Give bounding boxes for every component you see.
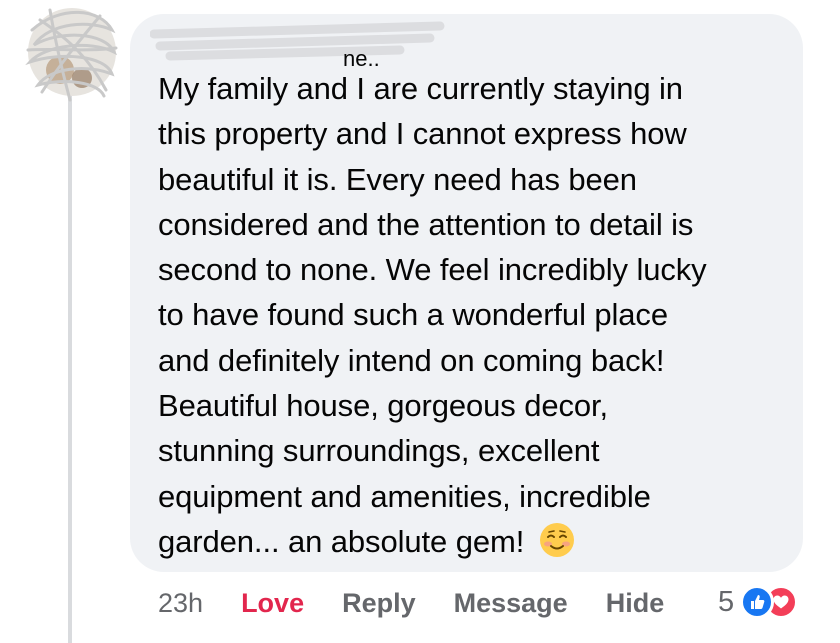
smiling-face-icon bbox=[539, 522, 574, 557]
comment-thread: ne.. My family and I are currently stayi… bbox=[0, 0, 840, 643]
comment-line: garden... an absolute gem! bbox=[158, 523, 525, 559]
comment-line: considered and the attention to detail i… bbox=[158, 206, 694, 242]
reaction-count: 5 bbox=[718, 585, 735, 618]
like-icon bbox=[740, 585, 775, 619]
hide-button[interactable]: Hide bbox=[606, 588, 665, 619]
author-name-redacted: ne.. bbox=[150, 21, 445, 68]
comment-actions: 23h Love Reply Message Hide bbox=[158, 583, 664, 623]
message-button[interactable]: Message bbox=[454, 588, 568, 619]
reply-button[interactable]: Reply bbox=[342, 588, 416, 619]
comment-line: My family and I are currently staying in bbox=[158, 71, 683, 106]
timestamp-link[interactable]: 23h bbox=[158, 588, 203, 619]
love-button[interactable]: Love bbox=[241, 588, 304, 619]
comment-line: equipment and amenities, incredible bbox=[158, 478, 651, 514]
comment-line: this property and I cannot express how bbox=[158, 116, 687, 152]
avatar[interactable] bbox=[20, 0, 120, 105]
comment-text: My family and I are currently staying in… bbox=[158, 66, 798, 564]
comment-line: second to none. We feel incredibly lucky bbox=[158, 252, 707, 288]
comment-line: to have found such a wonderful place bbox=[158, 297, 668, 333]
comment-line: Beautiful house, gorgeous decor, bbox=[158, 388, 609, 424]
comment-line: stunning surroundings, excellent bbox=[158, 433, 600, 469]
comment-line: beautiful it is. Every need has been bbox=[158, 161, 637, 197]
thread-line bbox=[68, 88, 72, 643]
author-name-fragment: ne.. bbox=[343, 46, 380, 68]
comment-line: and definitely intend on coming back! bbox=[158, 342, 665, 378]
reaction-summary[interactable]: 5 bbox=[718, 582, 799, 622]
